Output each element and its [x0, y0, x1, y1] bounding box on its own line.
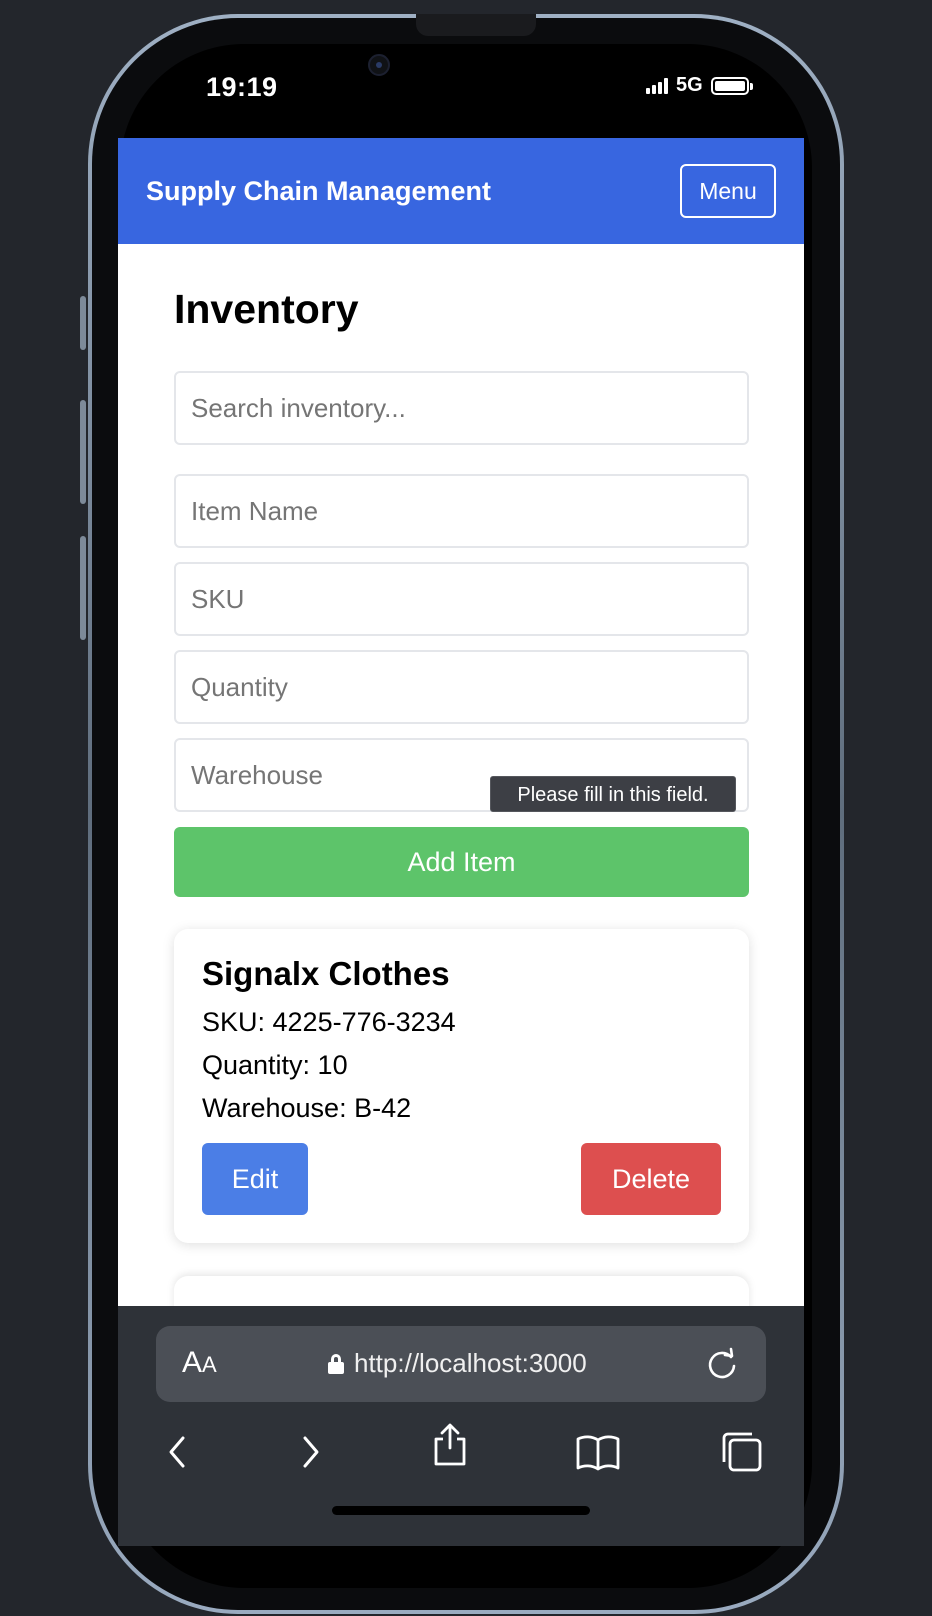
tabs-icon[interactable] [718, 1428, 766, 1476]
menu-button[interactable]: Menu [680, 164, 776, 218]
item-sku: SKU: 4225-776-3234 [202, 1007, 456, 1037]
reload-icon[interactable] [704, 1346, 740, 1382]
edit-button[interactable]: Edit [202, 1143, 308, 1215]
quantity-field[interactable] [174, 650, 749, 724]
app-title: Supply Chain Management [146, 175, 492, 206]
signal-icon [646, 77, 668, 94]
browser-toolbar: AA http://localhost:3000 [118, 1306, 804, 1546]
app-header: Supply Chain Management Menu [118, 138, 804, 244]
text-size-small: A [202, 1352, 217, 1377]
text-size-button[interactable]: AA [182, 1346, 217, 1380]
delete-button[interactable]: Delete [581, 1143, 721, 1215]
status-indicators: 5G [646, 74, 753, 97]
item-name: Signalx Clothes [202, 955, 450, 992]
bookmarks-icon[interactable] [574, 1428, 622, 1476]
main-content: Inventory Please fill in this field. Add… [118, 286, 804, 1243]
page-title: Inventory [174, 286, 359, 332]
speaker-notch [416, 14, 536, 36]
volume-up-button [80, 400, 86, 504]
lock-icon [328, 1354, 344, 1374]
text-size-large: A [182, 1346, 203, 1379]
add-item-button[interactable]: Add Item [174, 827, 749, 897]
web-viewport[interactable]: Supply Chain Management Menu Inventory P… [118, 138, 804, 1306]
silent-switch [80, 296, 86, 350]
volume-down-button [80, 536, 86, 640]
front-camera-icon [368, 54, 390, 76]
url-text[interactable]: http://localhost:3000 [354, 1348, 587, 1379]
validation-tooltip: Please fill in this field. [490, 776, 736, 812]
status-time: 19:19 [206, 72, 278, 102]
next-item-card [174, 1276, 749, 1306]
back-icon[interactable] [154, 1428, 202, 1476]
item-warehouse: Warehouse: B-42 [202, 1093, 412, 1123]
search-input[interactable] [174, 371, 749, 445]
address-bar[interactable]: AA http://localhost:3000 [156, 1326, 766, 1402]
item-quantity: Quantity: 10 [202, 1050, 348, 1080]
warehouse-field-wrapper: Please fill in this field. [174, 738, 749, 812]
network-label: 5G [676, 74, 703, 96]
screenshot-stage: 19:19 5G Supply Chain Management Menu In… [0, 0, 932, 1616]
forward-icon[interactable] [286, 1428, 334, 1476]
sku-field[interactable] [174, 562, 749, 636]
inventory-item-card: Signalx Clothes SKU: 4225-776-3234 Quant… [174, 929, 749, 1243]
share-icon[interactable] [426, 1420, 474, 1468]
home-indicator [332, 1506, 590, 1515]
item-name-field[interactable] [174, 474, 749, 548]
battery-icon [710, 76, 753, 95]
